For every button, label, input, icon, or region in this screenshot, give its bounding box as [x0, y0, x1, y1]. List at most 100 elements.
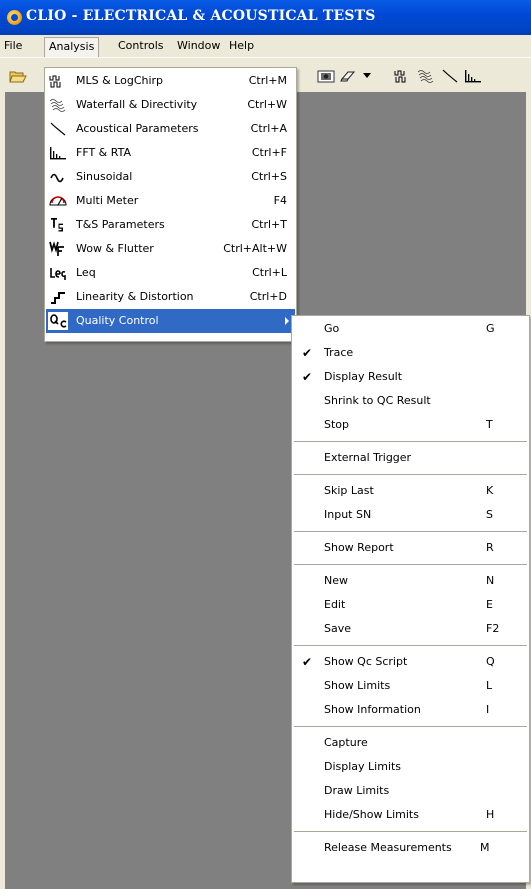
qc-item-skip-last[interactable]: Skip Last K [293, 479, 528, 503]
qc-item-shortcut: T [486, 418, 493, 431]
menubar-divider [0, 57, 531, 58]
qc-item-hide-show-limits[interactable]: Hide/Show Limits H [293, 803, 528, 827]
qc-item-shortcut: H [486, 808, 495, 821]
waterfall-icon[interactable] [416, 67, 436, 85]
qc-item-label: Display Limits [324, 760, 402, 773]
menu-item-shortcut: Ctrl+S [251, 170, 287, 183]
qc-item-save[interactable]: Save F2 [293, 617, 528, 641]
qc-item-label: Edit [324, 598, 346, 611]
qc-item-label: Hide/Show Limits [324, 808, 419, 821]
menu-item-shortcut: Ctrl+W [247, 98, 287, 111]
qc-item-show-report[interactable]: Show Report R [293, 536, 528, 560]
qc-item-label: Draw Limits [324, 784, 390, 797]
qc-item-input-sn[interactable]: Input SN S [293, 503, 528, 527]
menu-item-label: Sinusoidal [76, 170, 133, 183]
open-folder-icon[interactable] [8, 67, 28, 85]
qc-item-shortcut: G [486, 322, 495, 335]
qc-item-shortcut: F2 [486, 622, 500, 635]
menu-item-label: Wow & Flutter [76, 242, 154, 255]
qc-item-label: Skip Last [324, 484, 374, 497]
menu-separator [294, 531, 527, 532]
title-bar: CLIO - ELECTRICAL & ACOUSTICAL TESTS [0, 0, 531, 35]
eraser-icon[interactable] [338, 67, 358, 85]
menu-separator [294, 831, 527, 832]
menu-item-shortcut: Ctrl+D [249, 290, 287, 303]
qc-item-show-information[interactable]: Show Information I [293, 698, 528, 722]
qc-item-show-qc-script[interactable]: ✔ Show Qc Script Q [293, 650, 528, 674]
eraser-dropdown-icon[interactable] [360, 67, 374, 85]
menu-item-acoustical-parameters[interactable]: Acoustical Parameters Ctrl+A [46, 117, 295, 141]
menu-item-mls-logchirp[interactable]: MLS & LogChirp Ctrl+M [46, 69, 295, 93]
menu-item-wow-flutter[interactable]: Wow & Flutter Ctrl+Alt+W [46, 237, 295, 261]
qc-item-label: Trace [324, 346, 354, 359]
menu-item-fft-rta[interactable]: FFT & RTA Ctrl+F [46, 141, 295, 165]
qc-item-new[interactable]: New N [293, 569, 528, 593]
menu-help[interactable]: Help [229, 38, 254, 54]
menu-separator [294, 645, 527, 646]
qc-item-shrink-to-qc-result[interactable]: Shrink to QC Result [293, 389, 528, 413]
menu-item-quality-control[interactable]: Quality Control [46, 309, 295, 333]
menu-item-label: T&S Parameters [76, 218, 165, 231]
qc-item-label: Stop [324, 418, 350, 431]
qc-item-label: Capture [324, 736, 368, 749]
menu-item-label: Linearity & Distortion [76, 290, 194, 303]
menu-file[interactable]: File [4, 38, 22, 54]
menu-item-shortcut: Ctrl+Alt+W [223, 242, 287, 255]
checkmark-icon: ✔ [302, 655, 313, 669]
menu-item-label: Multi Meter [76, 194, 139, 207]
qc-item-shortcut: E [486, 598, 493, 611]
qc-item-shortcut: N [486, 574, 495, 587]
qc-item-display-limits[interactable]: Display Limits [293, 755, 528, 779]
fft-icon[interactable] [463, 67, 483, 85]
qc-item-label: Show Report [324, 541, 394, 554]
menu-item-sinusoidal[interactable]: Sinusoidal Ctrl+S [46, 165, 295, 189]
qc-item-trace[interactable]: ✔ Trace [293, 341, 528, 365]
camera-icon[interactable] [316, 67, 336, 85]
menu-item-label: Acoustical Parameters [76, 122, 199, 135]
menu-item-leq[interactable]: Leq Ctrl+L [46, 261, 295, 285]
qc-item-shortcut: Q [486, 655, 495, 668]
menu-item-shortcut: Ctrl+A [250, 122, 287, 135]
qc-item-external-trigger[interactable]: External Trigger [293, 446, 528, 470]
qc-item-edit[interactable]: Edit E [293, 593, 528, 617]
menu-window[interactable]: Window [177, 38, 220, 54]
waterfall-icon [48, 96, 68, 114]
menu-item-multi-meter[interactable]: Multi Meter F4 [46, 189, 295, 213]
qc-item-display-result[interactable]: ✔ Display Result [293, 365, 528, 389]
qc-item-capture[interactable]: Capture [293, 731, 528, 755]
qc-item-go[interactable]: Go G [293, 317, 528, 341]
menu-item-shortcut: Ctrl+T [251, 218, 287, 231]
menu-controls[interactable]: Controls [118, 38, 164, 54]
menu-item-linearity-distortion[interactable]: Linearity & Distortion Ctrl+D [46, 285, 295, 309]
app-logo-icon [7, 10, 22, 25]
qc-icon [48, 312, 68, 330]
qc-item-draw-limits[interactable]: Draw Limits [293, 779, 528, 803]
menu-item-ts-parameters[interactable]: T&S Parameters Ctrl+T [46, 213, 295, 237]
submenu-arrow-icon [285, 317, 289, 325]
acoustical-icon[interactable] [440, 67, 460, 85]
menu-item-label: Leq [76, 266, 96, 279]
qc-item-label: External Trigger [324, 451, 412, 464]
qc-item-label: Go [324, 322, 340, 335]
analysis-menu-dropdown: MLS & LogChirp Ctrl+M Waterfall & Direct… [44, 67, 297, 342]
qc-item-shortcut: M [480, 841, 490, 854]
qc-item-label: Save [324, 622, 352, 635]
qc-item-show-limits[interactable]: Show Limits L [293, 674, 528, 698]
window-title: CLIO - ELECTRICAL & ACOUSTICAL TESTS [26, 8, 376, 24]
menu-item-shortcut: Ctrl+L [252, 266, 287, 279]
mls-icon [48, 72, 68, 90]
qc-item-shortcut: S [486, 508, 493, 521]
qc-item-label: New [324, 574, 348, 587]
menu-separator [294, 564, 527, 565]
ts-icon [48, 216, 68, 234]
sine-icon [48, 168, 68, 186]
mls-icon[interactable] [393, 67, 413, 85]
menu-separator [294, 474, 527, 475]
checkmark-icon: ✔ [302, 370, 313, 384]
menu-item-waterfall-directivity[interactable]: Waterfall & Directivity Ctrl+W [46, 93, 295, 117]
menu-bar: File Analysis Controls Window Help [0, 35, 531, 57]
qc-item-stop[interactable]: Stop T [293, 413, 528, 437]
menu-analysis[interactable]: Analysis [44, 37, 100, 57]
qc-item-release-measurements[interactable]: Release Measurements M [293, 836, 528, 860]
qc-item-label: Shrink to QC Result [324, 394, 431, 407]
